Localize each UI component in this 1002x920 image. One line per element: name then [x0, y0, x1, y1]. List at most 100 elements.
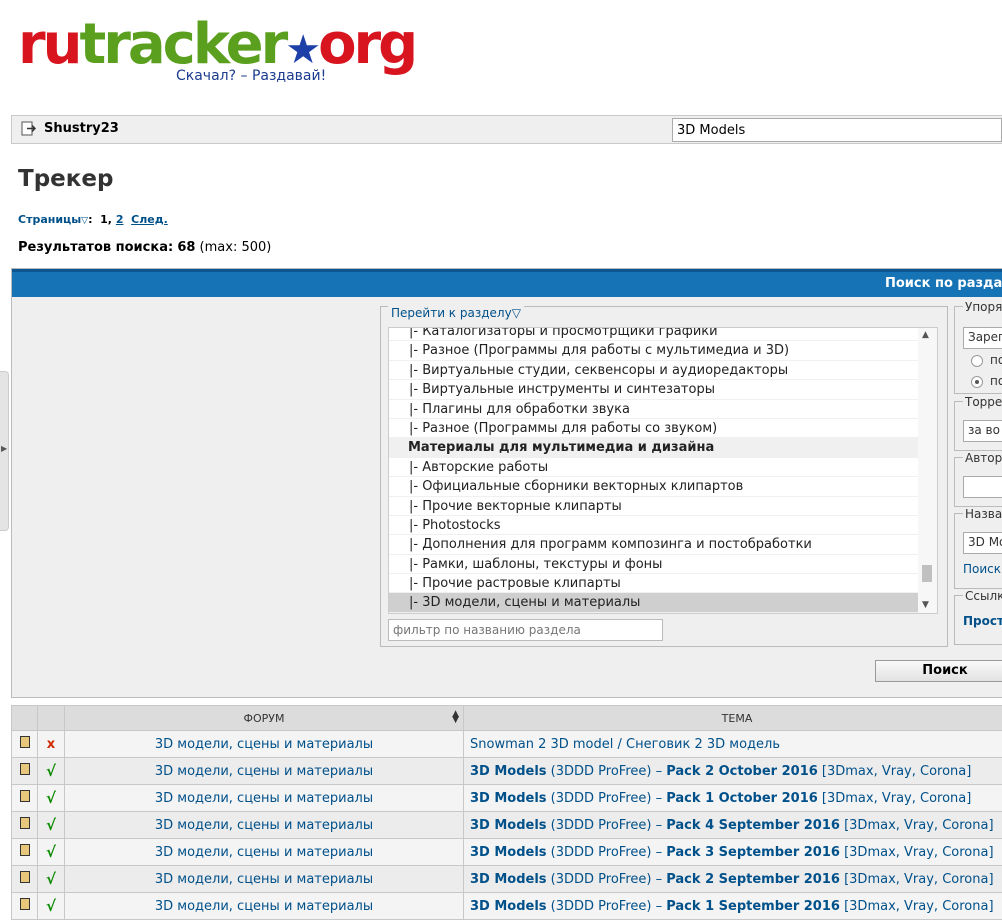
scroll-up-arrow[interactable]: ▲: [922, 330, 929, 340]
chevron-down-icon: ▽: [81, 216, 88, 226]
sort-radio-2[interactable]: [971, 376, 983, 388]
file-icon[interactable]: [20, 763, 30, 775]
forum-link[interactable]: 3D модели, сцены и материалы: [155, 818, 373, 833]
topic-link[interactable]: 3D Models: [470, 899, 547, 914]
topic-pack-link[interactable]: Pack 2 September 2016: [666, 872, 840, 887]
logout-icon[interactable]: [21, 121, 36, 136]
topic-pack-link[interactable]: Pack 3 September 2016: [666, 845, 840, 860]
topic-cell: 3D Models (3DDD ProFree) – Pack 1 Octobe…: [464, 785, 1002, 812]
topic-subtitle: (3DDD ProFree) –: [547, 791, 667, 806]
next-page-link[interactable]: След.: [131, 213, 168, 226]
username-link[interactable]: Shustry23: [44, 121, 119, 136]
forum-option[interactable]: |- Разное (Программы для работы со звуко…: [389, 419, 937, 438]
forum-option[interactable]: |- Дополнения для программ композинга и …: [389, 535, 937, 554]
forum-option[interactable]: |- Разное (Программы для работы с мульти…: [389, 341, 937, 360]
page-title: Трекер: [18, 166, 113, 192]
file-icon[interactable]: [20, 844, 30, 856]
forum-link[interactable]: 3D модели, сцены и материалы: [155, 764, 373, 779]
col-status: [38, 706, 65, 731]
forum-option[interactable]: |- Каталогизаторы и просмотрщики графики: [389, 327, 937, 341]
topic-tags: [3Dmax, Vray, Corona]: [840, 818, 994, 833]
topic-cell: Snowman 2 3D model / Снеговик 2 3D модел…: [464, 731, 1002, 758]
forum-link[interactable]: 3D модели, сцены и материалы: [155, 845, 373, 860]
status-cell: √: [38, 758, 65, 785]
forum-cell: 3D модели, сцены и материалы: [65, 731, 464, 758]
topic-tags: [3Dmax, Vray, Corona]: [818, 791, 972, 806]
topic-link[interactable]: 3D Models: [470, 818, 547, 833]
sort-radio-1[interactable]: [971, 355, 983, 367]
forum-link[interactable]: 3D модели, сцены и материалы: [155, 737, 373, 752]
file-icon[interactable]: [20, 898, 30, 910]
forum-link[interactable]: 3D модели, сцены и материалы: [155, 872, 373, 887]
table-row: √3D модели, сцены и материалы3D Models (…: [12, 839, 1002, 866]
quick-search-input[interactable]: [672, 118, 1002, 142]
table-row: √3D модели, сцены и материалы3D Models (…: [12, 785, 1002, 812]
status-icon: x: [47, 737, 55, 752]
results-table: ФОРУМ▲▼ ТЕМА x 3D модели, сцены и материа…: [11, 705, 1002, 920]
file-cell: [12, 893, 38, 920]
page-current: 1: [100, 213, 108, 226]
sort-fieldset: Упоря Зарег по по: [954, 306, 1002, 394]
chevron-down-icon: ▽: [512, 306, 521, 320]
forum-option[interactable]: |- Прочие растровые клипарты: [389, 574, 937, 593]
torrents-select[interactable]: за во: [963, 420, 1002, 442]
forum-option[interactable]: |- Официальные сборники векторных клипар…: [389, 477, 937, 496]
forum-option[interactable]: |- Photostocks: [389, 516, 937, 535]
author-input[interactable]: [963, 476, 1002, 498]
sidebar-toggle[interactable]: ▶: [0, 371, 9, 531]
col-topic-header[interactable]: ТЕМА: [464, 706, 1002, 731]
forum-cell: 3D модели, сцены и материалы: [65, 812, 464, 839]
status-icon: √: [46, 843, 56, 861]
forum-option[interactable]: |- Рамки, шаблоны, текстуры и фоны: [389, 555, 937, 574]
topic-pack-link[interactable]: Pack 2 October 2016: [666, 764, 818, 779]
file-cell: [12, 812, 38, 839]
forum-option[interactable]: |- Прочие векторные клипарты: [389, 497, 937, 516]
search-button[interactable]: Поиск: [875, 660, 1002, 682]
file-cell: [12, 758, 38, 785]
title-search-help-link[interactable]: Поиск: [963, 562, 1001, 576]
forum-cell: 3D модели, сцены и материалы: [65, 785, 464, 812]
sort-select[interactable]: Зарег: [963, 327, 1002, 349]
site-logo[interactable]: rutracker★org Скачал? – Раздавай!: [18, 16, 378, 90]
topic-subtitle: (3DDD ProFree) –: [547, 818, 667, 833]
file-icon[interactable]: [20, 817, 30, 829]
forum-option[interactable]: |- 3D модели, сцены и материалы: [389, 593, 937, 612]
pages-menu-link[interactable]: Страницы: [18, 213, 81, 226]
forum-option[interactable]: |- Виртуальные студии, секвенсоры и ауди…: [389, 361, 937, 380]
topic-cell: 3D Models (3DDD ProFree) – Pack 2 Septem…: [464, 866, 1002, 893]
topic-pack-link[interactable]: Pack 1 October 2016: [666, 791, 818, 806]
file-icon[interactable]: [20, 736, 30, 748]
topic-link[interactable]: 3D Models: [470, 764, 547, 779]
forum-option[interactable]: |- Виртуальные инструменты и синтезаторы: [389, 380, 937, 399]
topic-pack-link[interactable]: Pack 4 September 2016: [666, 818, 840, 833]
topic-link[interactable]: 3D Models: [470, 845, 547, 860]
status-icon: √: [46, 816, 56, 834]
pagination: Страницы▽: 1, 2 След.: [18, 213, 168, 226]
forum-option[interactable]: |- Плагины для обработки звука: [389, 400, 937, 419]
status-cell: √: [38, 839, 65, 866]
topic-pack-link[interactable]: Pack 1 September 2016: [666, 899, 840, 914]
forum-option[interactable]: |- Авторские работы: [389, 458, 937, 477]
file-icon[interactable]: [20, 790, 30, 802]
topic-link[interactable]: Snowman 2 3D model / Снеговик 2 3D модел…: [470, 737, 780, 752]
forum-link[interactable]: 3D модели, сцены и материалы: [155, 899, 373, 914]
scrollbar-thumb[interactable]: [922, 565, 932, 582]
title-input[interactable]: 3D Mo: [963, 532, 1002, 554]
forum-cell: 3D модели, сцены и материалы: [65, 839, 464, 866]
topic-link[interactable]: 3D Models: [470, 872, 547, 887]
simple-search-link[interactable]: Прост: [963, 614, 1002, 628]
col-forum-header[interactable]: ФОРУМ▲▼: [65, 706, 464, 731]
topic-tags: [3Dmax, Vray, Corona]: [840, 845, 994, 860]
file-cell: [12, 839, 38, 866]
forum-jump-legend[interactable]: Перейти к разделу▽: [388, 306, 524, 320]
topic-link[interactable]: 3D Models: [470, 791, 547, 806]
file-icon[interactable]: [20, 871, 30, 883]
forum-cell: 3D модели, сцены и материалы: [65, 893, 464, 920]
page-2-link[interactable]: 2: [116, 213, 124, 226]
forum-filter-input[interactable]: [388, 619, 663, 641]
scroll-down-arrow[interactable]: ▼: [922, 600, 929, 610]
forum-select-list[interactable]: |- Каталогизаторы и просмотрщики графики…: [388, 327, 938, 614]
forum-link[interactable]: 3D модели, сцены и материалы: [155, 791, 373, 806]
author-fieldset: Автор: [954, 457, 1002, 507]
status-icon: √: [46, 762, 56, 780]
